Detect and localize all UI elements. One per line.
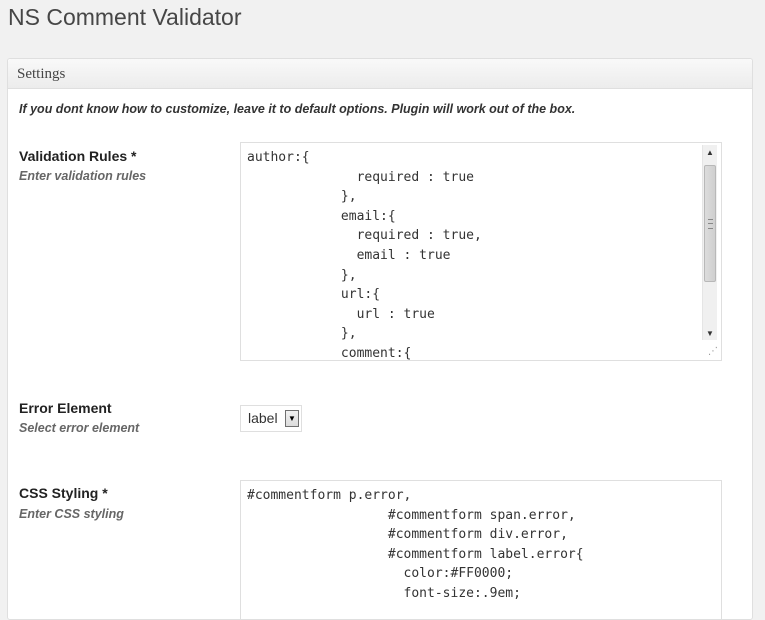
resize-grip-icon[interactable]: ⋰: [707, 346, 719, 358]
error-element-description: Select error element: [19, 421, 140, 435]
validation-rules-description: Enter validation rules: [19, 169, 147, 183]
chevron-down-icon[interactable]: ▼: [285, 410, 299, 427]
settings-panel: Settings If you dont know how to customi…: [7, 58, 753, 620]
error-element-selected-value: label: [248, 410, 278, 426]
error-element-label: Error Element: [19, 400, 112, 416]
validation-rules-label: Validation Rules *: [19, 148, 137, 164]
scroll-up-arrow-icon[interactable]: ▲: [703, 146, 717, 160]
settings-panel-title: Settings: [17, 66, 66, 82]
error-element-select[interactable]: label ▼: [240, 405, 302, 432]
settings-intro-text: If you dont know how to customize, leave…: [19, 102, 576, 116]
page-title: NS Comment Validator: [8, 4, 242, 30]
validation-rules-value: author:{ required : true }, email:{ requ…: [247, 150, 482, 361]
css-styling-label: CSS Styling *: [19, 485, 108, 501]
css-styling-value: #commentform p.error, #commentform span.…: [247, 488, 584, 601]
validation-rules-textarea[interactable]: author:{ required : true }, email:{ requ…: [240, 142, 722, 361]
scroll-down-arrow-icon[interactable]: ▼: [703, 327, 717, 341]
scrollbar-grip-icon: [708, 219, 713, 229]
settings-panel-header: Settings: [8, 59, 752, 89]
css-styling-textarea[interactable]: #commentform p.error, #commentform span.…: [240, 480, 722, 620]
validation-rules-scrollbar[interactable]: ▲ ▼: [702, 145, 717, 340]
scrollbar-thumb[interactable]: [704, 165, 716, 282]
css-styling-description: Enter CSS styling: [19, 507, 124, 521]
